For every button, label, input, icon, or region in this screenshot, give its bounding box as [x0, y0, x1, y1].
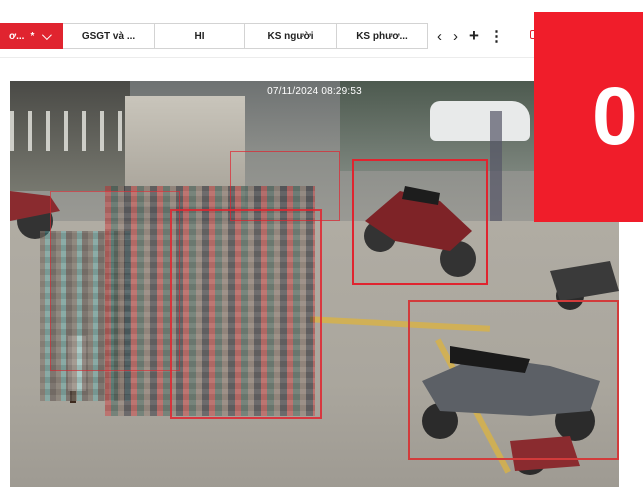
camera-timestamp: 07/11/2024 08:29:53 [267, 86, 362, 97]
tab-gsgt[interactable]: GSGT và ... [63, 23, 155, 49]
chevron-left-icon: ‹ [437, 27, 442, 45]
tab-label: KS phươ... [356, 30, 408, 42]
unsaved-marker: * [30, 30, 35, 42]
plus-icon: + [469, 26, 479, 45]
tab-next-button[interactable]: › [453, 23, 458, 49]
detection-box[interactable] [170, 209, 322, 419]
camera-tab-strip: ơ... * GSGT và ... HI KS người KS phươ..… [0, 23, 428, 49]
tab-label: ơ... [9, 30, 25, 42]
red-overlay-panel: 0 [534, 12, 643, 222]
tab-ks-phuong[interactable]: KS phươ... [337, 23, 428, 49]
detection-box[interactable] [230, 151, 340, 221]
tab-active-camera[interactable]: ơ... * [0, 23, 63, 49]
add-tab-button[interactable]: + [469, 23, 479, 49]
tab-ks-nguoi[interactable]: KS người [245, 23, 337, 49]
overlay-text: 0 [592, 71, 638, 162]
tab-hi[interactable]: HI [155, 23, 245, 49]
detection-box[interactable] [50, 191, 180, 371]
tab-prev-button[interactable]: ‹ [437, 23, 442, 49]
detection-box[interactable] [352, 159, 488, 285]
tab-label: HI [194, 30, 205, 42]
detection-box[interactable] [408, 300, 619, 460]
tab-label: KS người [267, 30, 314, 42]
kebab-menu-icon: ⋮ [489, 28, 504, 45]
chevron-right-icon: › [453, 27, 458, 45]
tab-label: GSGT và ... [81, 30, 136, 42]
camera-feed[interactable]: 07/11/2024 08:29:53 [10, 81, 619, 487]
chevron-down-icon[interactable] [42, 29, 53, 40]
more-options-button[interactable]: ⋮ [489, 23, 504, 49]
